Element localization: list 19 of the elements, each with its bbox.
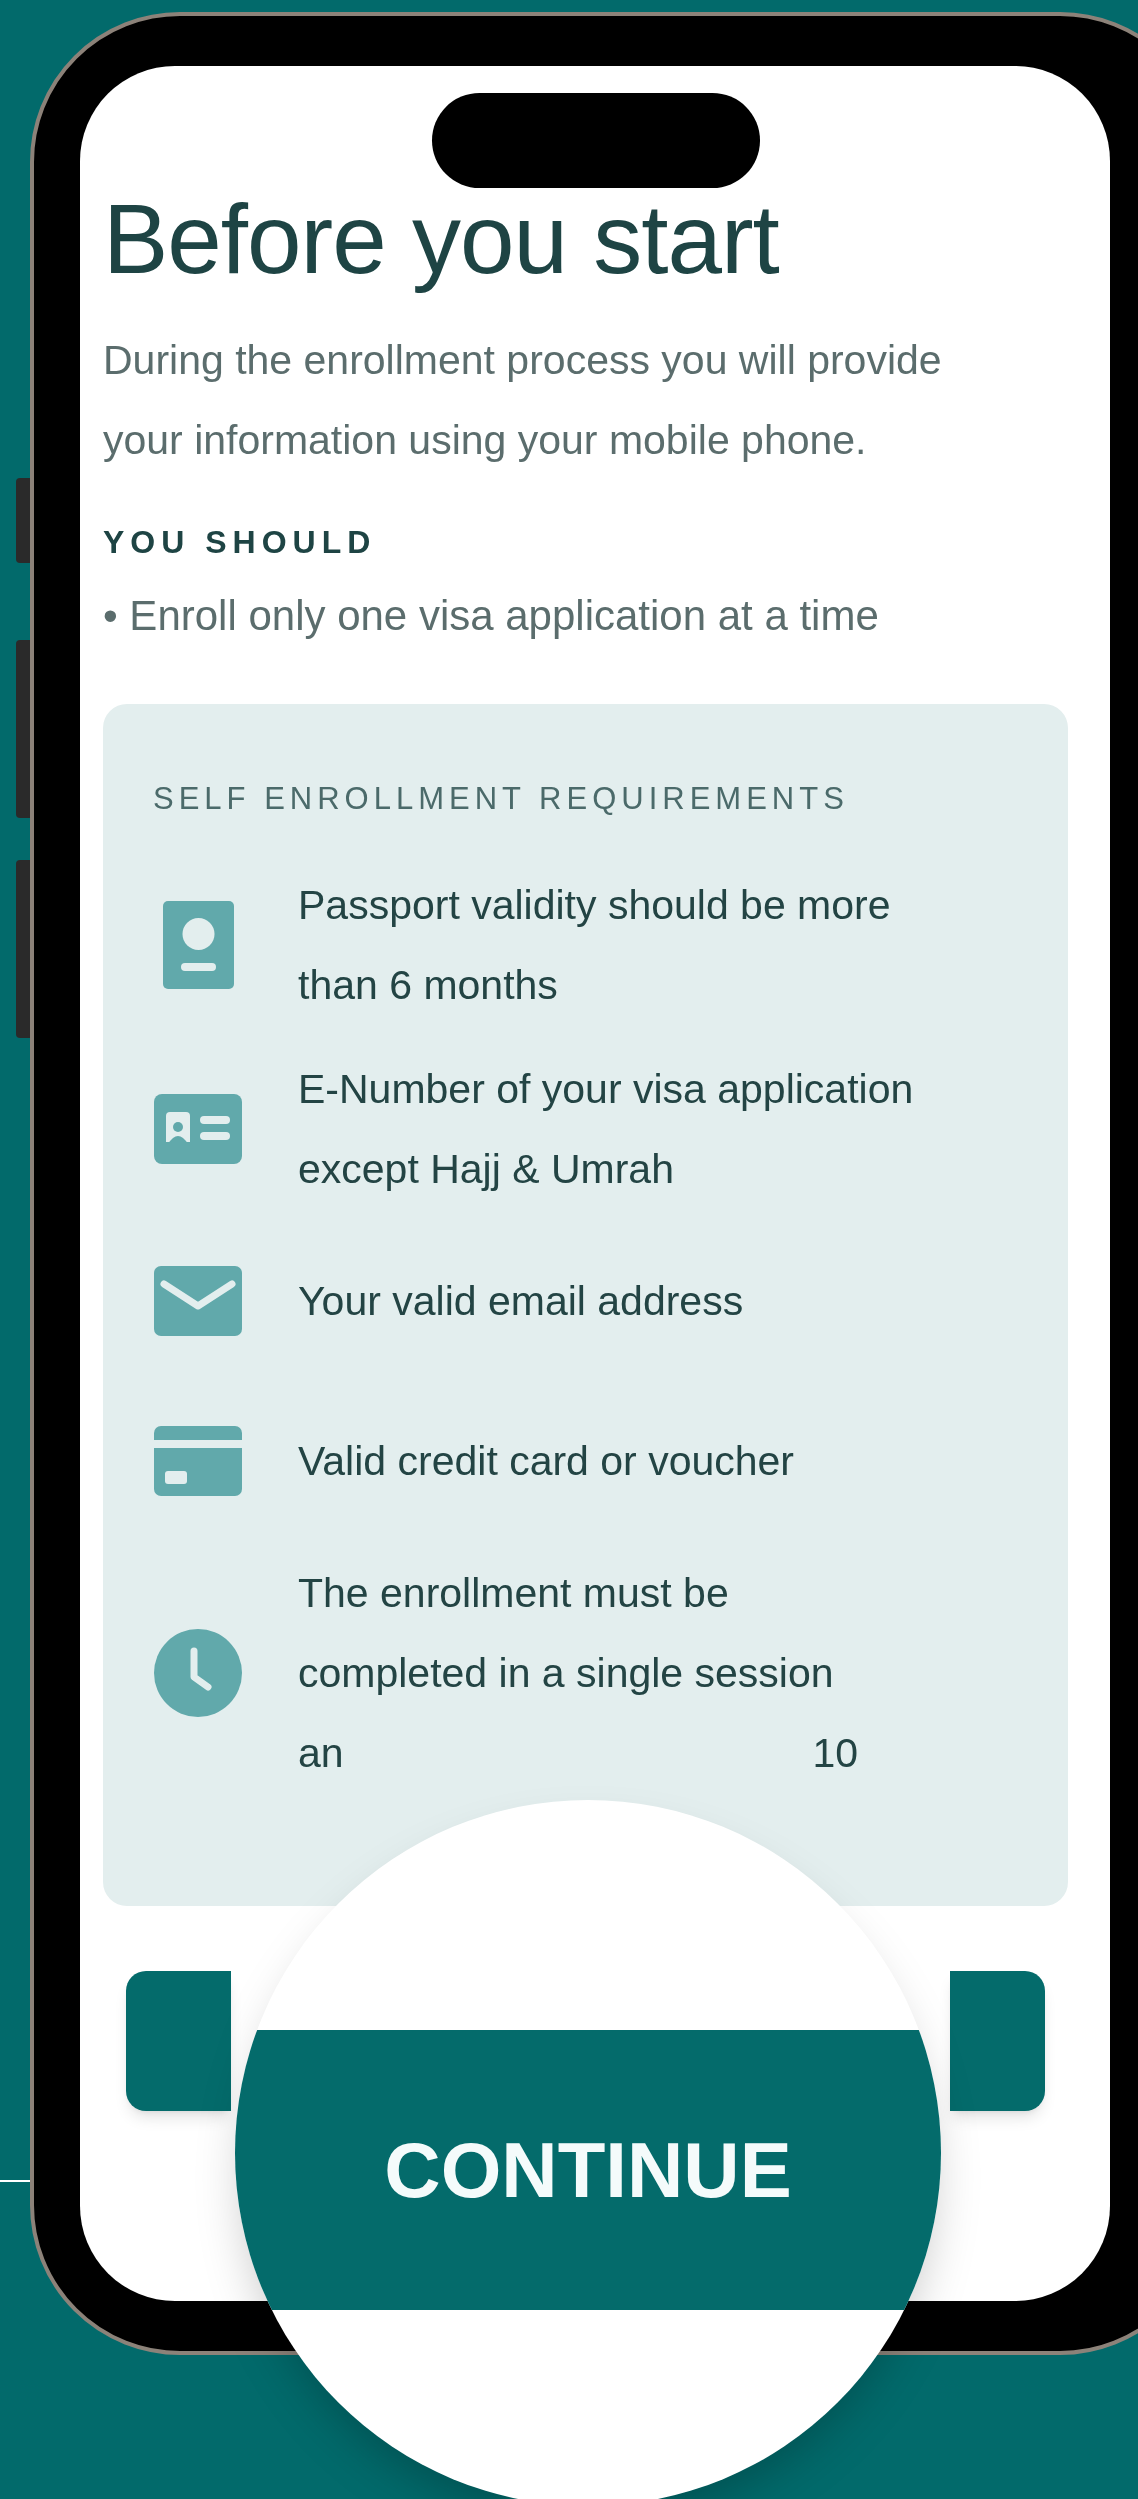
requirement-text: E-Number of your visa application except Hajj & Umrah [298, 1064, 915, 1194]
bullet-item: • Enroll only one visa application at a time [103, 591, 880, 641]
requirement-text: Your valid email address [298, 1276, 745, 1326]
text-fragment: 10 [812, 1728, 858, 1778]
card-heading: SELF ENROLLMENT REQUIREMENTS [153, 780, 850, 818]
intro-text: During the enrollment process you will provide your information using your mobile phone. [103, 336, 943, 465]
continue-button-edge[interactable] [126, 1971, 231, 2111]
magnified-continue-button[interactable]: CONTINUE [235, 2030, 941, 2310]
requirement-text: Passport validity should be more than 6 months [298, 880, 892, 1010]
continue-button-edge[interactable] [950, 1971, 1045, 2111]
page-title: Before you start [103, 184, 780, 294]
envelope-icon [154, 1265, 242, 1336]
section-heading: YOU SHOULD [103, 523, 378, 562]
id-card-icon [154, 1093, 242, 1164]
passport-icon [162, 900, 234, 989]
clock-icon [154, 1628, 242, 1717]
credit-card-icon [154, 1425, 242, 1496]
requirement-text: Valid credit card or voucher [298, 1436, 796, 1486]
text-fragment: an [298, 1728, 344, 1778]
